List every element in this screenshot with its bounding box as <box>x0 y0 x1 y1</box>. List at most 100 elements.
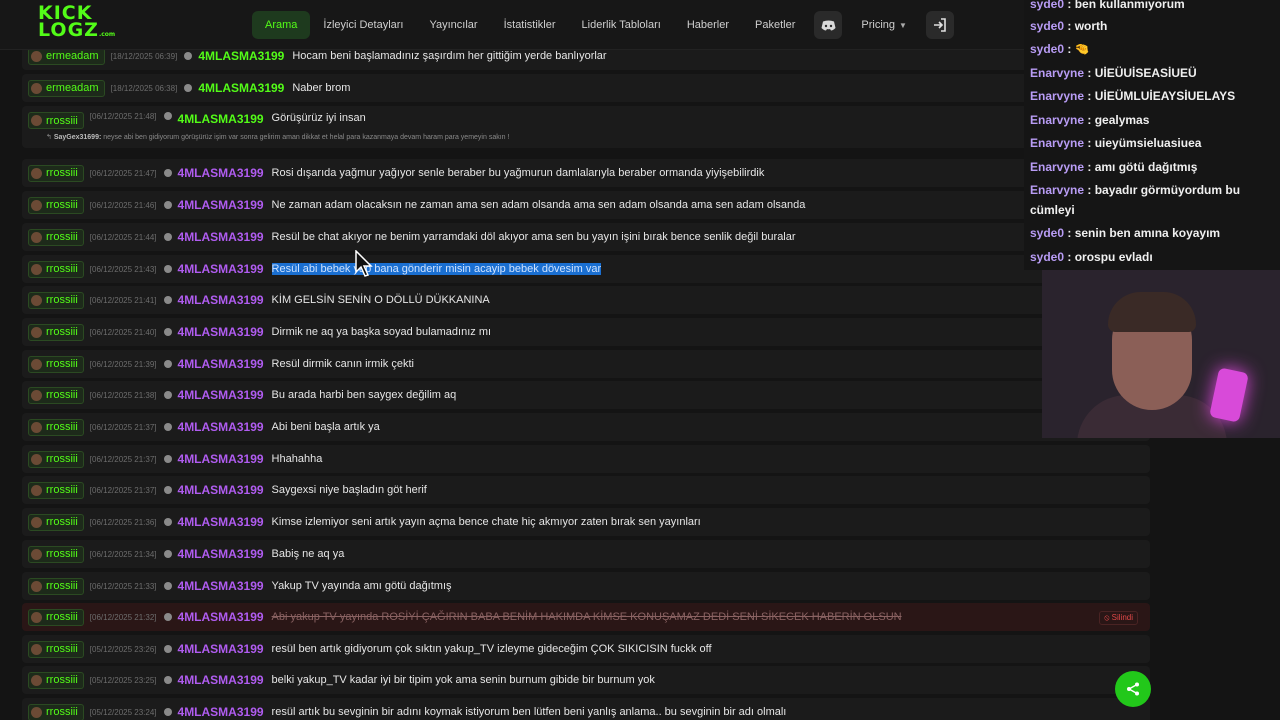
user-badge[interactable]: rrossiii <box>28 323 84 341</box>
login-button[interactable] <box>925 11 954 39</box>
message-text[interactable]: Naber brom <box>292 82 350 94</box>
kicklogz-logo[interactable]: KICK LOGZ.com <box>38 4 115 45</box>
avatar <box>31 674 42 686</box>
avatar <box>31 484 42 496</box>
message-text[interactable]: resül ben artık gidiyorum çok sıktın yak… <box>272 643 712 655</box>
user-badge[interactable]: rrossiii <box>28 196 84 214</box>
nav-liderlik-tablolari[interactable]: Liderlik Tabloları <box>569 11 674 39</box>
nav-pricing[interactable]: Pricing ▼ <box>848 11 920 39</box>
message-row: rrossiii [06/12/2025 21:47] 4MLASMA3199 Ros… <box>22 159 1150 187</box>
user-badge[interactable]: ermeadam <box>28 47 105 65</box>
message-text[interactable]: Resül dirmik canın irmik çekti <box>272 358 414 370</box>
chat-text: worth <box>1074 19 1108 33</box>
user-badge[interactable]: rrossiii <box>28 355 84 373</box>
user-badge[interactable]: rrossiii <box>28 386 84 404</box>
message-text[interactable]: Rosi dışarıda yağmur yağıyor senle berab… <box>272 167 765 179</box>
user-badge[interactable]: ermeadam <box>28 79 105 97</box>
author-name[interactable]: 4MLASMA3199 <box>178 579 264 593</box>
nav-haberler[interactable]: Haberler <box>674 11 742 39</box>
user-badge[interactable]: rrossiii <box>28 291 84 309</box>
user-badge[interactable]: rrossiii <box>28 112 84 129</box>
message-text[interactable]: Abi yakup TV yayında ROSİYİ ÇAĞIRIN BABA… <box>272 611 902 623</box>
nav-yayincilar[interactable]: Yayıncılar <box>416 11 490 39</box>
message-text[interactable]: Hocam beni başlamadınız şaşırdım her git… <box>292 50 606 62</box>
user-badge[interactable]: rrossiii <box>28 545 84 563</box>
user-badge[interactable]: rrossiii <box>28 513 84 531</box>
nav-paketler[interactable]: Paketler <box>742 11 808 39</box>
user-badge[interactable]: rrossiii <box>28 703 84 720</box>
user-badge[interactable]: rrossiii <box>28 418 84 436</box>
timestamp: [06/12/2025 21:34] <box>89 549 157 559</box>
author-name[interactable]: 4MLASMA3199 <box>178 420 264 434</box>
author-name[interactable]: 4MLASMA3199 <box>198 81 284 95</box>
user-badge[interactable]: rrossiii <box>28 577 84 595</box>
author-name[interactable]: 4MLASMA3199 <box>178 166 264 180</box>
message-text[interactable]: Dirmik ne aq ya başka soyad bulamadınız … <box>272 326 492 338</box>
timestamp: [05/12/2025 23:26] <box>89 644 157 654</box>
author-name[interactable]: 4MLASMA3199 <box>178 642 264 656</box>
badge-username: rrossiii <box>46 231 78 243</box>
badge-username: rrossiii <box>46 453 78 465</box>
discord-button[interactable] <box>814 11 843 39</box>
author-name[interactable]: 4MLASMA3199 <box>178 705 264 719</box>
author-name[interactable]: 4MLASMA3199 <box>178 325 264 339</box>
stream-chat-line: syde0 : ben kullanmıyorum <box>1030 0 1276 14</box>
user-badge[interactable]: rrossiii <box>28 671 84 689</box>
share-button[interactable] <box>1115 671 1151 707</box>
message-text[interactable]: Resül be chat akıyor ne benim yarramdaki… <box>272 231 796 243</box>
user-badge[interactable]: rrossiii <box>28 481 84 499</box>
message-text[interactable]: resül artık bu sevginin bir adını koymak… <box>272 706 787 718</box>
author-name[interactable]: 4MLASMA3199 <box>178 112 264 126</box>
nav-izleyici-detaylari[interactable]: İzleyici Detayları <box>310 11 416 39</box>
message-text[interactable]: Kimse izlemiyor seni artık yayın açma be… <box>272 516 701 528</box>
status-dot-icon <box>163 201 172 209</box>
author-name[interactable]: 4MLASMA3199 <box>178 515 264 529</box>
user-badge[interactable]: rrossiii <box>28 640 84 658</box>
author-name[interactable]: 4MLASMA3199 <box>178 230 264 244</box>
badge-username: rrossiii <box>46 114 78 127</box>
message-text[interactable]: Görüşürüz iyi insan <box>272 112 366 124</box>
avatar <box>31 115 42 126</box>
status-dot-icon <box>163 328 172 336</box>
avatar <box>31 516 42 528</box>
chat-username: Enarvyne <box>1030 183 1085 197</box>
author-name[interactable]: 4MLASMA3199 <box>198 49 284 63</box>
user-badge[interactable]: rrossiii <box>28 164 84 182</box>
author-name[interactable]: 4MLASMA3199 <box>178 610 264 624</box>
message-row: rrossiii [06/12/2025 21:32] 4MLASMA3199 Abi… <box>22 603 1150 631</box>
message-text[interactable]: Babiş ne aq ya <box>272 548 345 560</box>
nav-istatistikler[interactable]: İstatistikler <box>491 11 569 39</box>
author-name[interactable]: 4MLASMA3199 <box>178 673 264 687</box>
message-text[interactable]: Yakup TV yayında amı götü dağıtmış <box>272 580 452 592</box>
user-badge[interactable]: rrossiii <box>28 228 84 246</box>
message-text[interactable]: belki yakup_TV kadar iyi bir tipim yok a… <box>272 674 655 686</box>
message-row: rrossiii [06/12/2025 21:33] 4MLASMA3199 Yak… <box>22 572 1150 600</box>
author-name[interactable]: 4MLASMA3199 <box>178 452 264 466</box>
message-text[interactable]: Ne zaman adam olacaksın ne zaman ama sen… <box>272 199 806 211</box>
message-text[interactable]: Hhahahha <box>272 453 323 465</box>
nav-arama[interactable]: Arama <box>252 11 311 39</box>
user-badge[interactable]: rrossiii <box>28 608 84 626</box>
badge-username: ermeadam <box>46 50 99 62</box>
author-name[interactable]: 4MLASMA3199 <box>178 198 264 212</box>
message-text[interactable]: Abi beni başla artık ya <box>272 421 380 433</box>
status-dot-icon <box>163 423 172 431</box>
message-text[interactable]: Resül abi bebek yap bana gönderir misin … <box>271 263 602 275</box>
chat-text: amı götü dağıtmış <box>1094 160 1198 174</box>
avatar <box>31 548 42 560</box>
badge-username: rrossiii <box>46 421 78 433</box>
author-name[interactable]: 4MLASMA3199 <box>178 262 264 276</box>
author-name[interactable]: 4MLASMA3199 <box>178 547 264 561</box>
author-name[interactable]: 4MLASMA3199 <box>178 357 264 371</box>
user-badge[interactable]: rrossiii <box>28 450 84 468</box>
message-row: rrossiii [06/12/2025 21:36] 4MLASMA3199 Kim… <box>22 508 1150 536</box>
author-name[interactable]: 4MLASMA3199 <box>178 388 264 402</box>
user-badge[interactable]: rrossiii <box>28 260 84 278</box>
stream-chat-line: syde0 : 🤏 <box>1030 42 1090 56</box>
author-name[interactable]: 4MLASMA3199 <box>178 293 264 307</box>
message-text[interactable]: Bu arada harbi ben saygex değilim aq <box>272 389 457 401</box>
message-text[interactable]: KİM GELSİN SENİN O DÖLLÜ DÜKKANINA <box>272 294 490 306</box>
message-text[interactable]: Saygexsi niye başladın göt herif <box>272 484 427 496</box>
timestamp: [06/12/2025 21:40] <box>89 327 157 337</box>
author-name[interactable]: 4MLASMA3199 <box>178 483 264 497</box>
